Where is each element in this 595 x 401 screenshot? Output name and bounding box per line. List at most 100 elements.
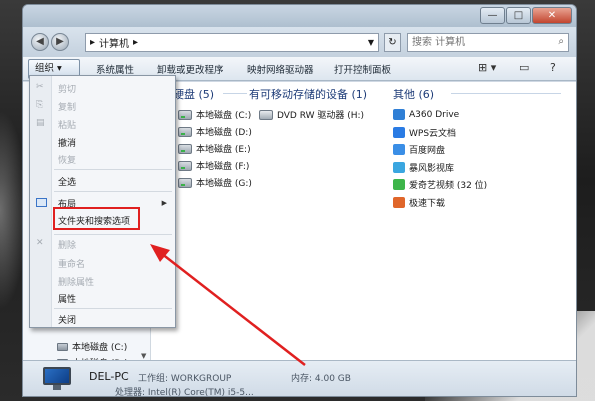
organize-menu: ✂ 剪切 ⎘ 复制 ▤ 粘贴 撤消 恢复 全选 布局 ▶ 文件夹和搜索选项 ✕ … — [29, 75, 176, 328]
address-dropdown-icon[interactable]: ▼ — [368, 38, 374, 47]
computer-name: DEL-PC — [89, 370, 129, 383]
back-button[interactable]: ◀ — [31, 33, 49, 51]
cloud-doc-icon — [393, 126, 405, 138]
menu-separator — [54, 169, 172, 170]
play-icon — [393, 179, 405, 191]
maximize-button[interactable]: □ — [506, 7, 531, 24]
refresh-icon: ↻ — [388, 37, 397, 48]
system-properties-button[interactable]: 系统属性 — [96, 62, 134, 76]
video-library-icon — [393, 161, 405, 173]
dvd-drive-icon — [259, 109, 273, 120]
drive-label: 本地磁盘 (F:) — [196, 162, 250, 172]
menu-item-undo[interactable]: 撤消 — [58, 136, 76, 149]
drive-label: 本地磁盘 (E:) — [196, 145, 251, 155]
delete-icon: ✕ — [36, 238, 44, 248]
group-divider — [223, 93, 247, 94]
minimize-button[interactable]: — — [480, 7, 505, 24]
other-item-label: 暴风影视库 — [409, 163, 455, 174]
other-item-baidu[interactable]: 百度网盘 — [393, 141, 487, 159]
refresh-button[interactable]: ↻ — [384, 33, 401, 52]
menu-item-remove-properties[interactable]: 删除属性 — [58, 275, 94, 288]
hard-drive-icon — [178, 177, 192, 188]
other-item-wps[interactable]: WPS云文档 — [393, 124, 487, 142]
scroll-down-icon[interactable]: ▼ — [141, 352, 146, 360]
other-item-label: 爱奇艺视频 (32 位) — [409, 181, 488, 192]
menu-item-cut[interactable]: 剪切 — [58, 82, 76, 95]
drive-icon — [57, 342, 68, 351]
address-row: ◀ ▶ ▸ 计算机 ▸ ▼ ↻ ⌕ — [23, 27, 576, 57]
menu-separator — [54, 234, 172, 235]
other-item-a360[interactable]: A360 Drive — [393, 106, 487, 124]
view-options-icon[interactable]: ⊞ ▾ — [478, 61, 496, 74]
computer-icon — [43, 367, 71, 391]
other-item-label: 极速下载 — [409, 198, 446, 209]
menu-item-properties[interactable]: 属性 — [58, 292, 76, 305]
other-item-label: WPS云文档 — [409, 128, 457, 139]
group-title-removable[interactable]: 有可移动存储的设备 (1) — [249, 86, 367, 102]
submenu-arrow-icon: ▶ — [161, 199, 167, 207]
other-item-label: 百度网盘 — [409, 146, 446, 157]
other-item-download[interactable]: 极速下载 — [393, 194, 487, 212]
menu-item-close[interactable]: 关闭 — [58, 313, 76, 326]
hard-drive-icon — [178, 143, 192, 154]
title-bar: — □ ✕ — [23, 5, 576, 27]
copy-icon: ⎘ — [36, 100, 44, 110]
hdd-list: 本地磁盘 (C:) 本地磁盘 (D:) 本地磁盘 (E:) 本地磁盘 (F:) … — [178, 106, 252, 191]
hard-drive-icon — [178, 109, 192, 120]
drive-label: 本地磁盘 (G:) — [196, 179, 252, 189]
menu-separator — [54, 191, 172, 192]
map-network-drive-button[interactable]: 映射网络驱动器 — [247, 62, 314, 76]
menu-item-paste[interactable]: 粘贴 — [58, 118, 76, 131]
dvd-drive-item[interactable]: DVD RW 驱动器 (H:) — [259, 108, 364, 121]
highlight-box — [53, 207, 140, 230]
paste-icon: ▤ — [36, 118, 45, 128]
back-arrow-icon: ◀ — [36, 36, 44, 47]
other-item-label: A360 Drive — [409, 109, 460, 120]
drive-item-g[interactable]: 本地磁盘 (G:) — [178, 174, 252, 191]
group-divider — [451, 93, 561, 94]
help-icon[interactable]: ? — [550, 61, 556, 74]
breadcrumb-computer[interactable]: 计算机 — [99, 35, 129, 50]
menu-item-select-all[interactable]: 全选 — [58, 175, 76, 188]
menu-separator — [54, 308, 172, 309]
other-item-baofeng[interactable]: 暴风影视库 — [393, 159, 487, 177]
uninstall-program-button[interactable]: 卸载或更改程序 — [157, 62, 224, 76]
forward-arrow-icon: ▶ — [56, 36, 64, 47]
preview-pane-icon[interactable]: ▭ — [519, 61, 529, 74]
breadcrumb-separator: ▸ — [90, 37, 96, 48]
window-controls: — □ ✕ — [480, 7, 572, 24]
other-item-iqiyi[interactable]: 爱奇艺视频 (32 位) — [393, 176, 487, 194]
layout-icon — [36, 198, 47, 207]
group-title-hdd[interactable]: 硬盘 (5) — [173, 86, 214, 102]
drive-label: 本地磁盘 (C:) — [196, 111, 252, 121]
group-title-other[interactable]: 其他 (6) — [393, 86, 434, 102]
drive-item-e[interactable]: 本地磁盘 (E:) — [178, 140, 252, 157]
nav-item-label: 本地磁盘 (C:) — [72, 343, 128, 353]
forward-button[interactable]: ▶ — [51, 33, 69, 51]
drive-item-c[interactable]: 本地磁盘 (C:) — [178, 106, 252, 123]
workgroup-text: 工作组: WORKGROUP — [138, 374, 232, 384]
cut-icon: ✂ — [36, 82, 44, 92]
hard-drive-icon — [178, 160, 192, 171]
dvd-drive-label: DVD RW 驱动器 (H:) — [277, 111, 365, 121]
other-list: A360 Drive WPS云文档 百度网盘 暴风影视库 爱奇艺视频 (32 位… — [393, 106, 487, 211]
nav-item-drive-c[interactable]: 本地磁盘 (C:) — [57, 340, 127, 353]
menu-item-delete[interactable]: 删除 — [58, 238, 76, 251]
address-bar[interactable]: ▸ 计算机 ▸ ▼ — [85, 33, 379, 52]
menu-item-copy[interactable]: 复制 — [58, 100, 76, 113]
menu-item-rename[interactable]: 重命名 — [58, 257, 85, 270]
drive-item-f[interactable]: 本地磁盘 (F:) — [178, 157, 252, 174]
menu-item-redo[interactable]: 恢复 — [58, 153, 76, 166]
cloud-drive-icon — [393, 109, 405, 121]
breadcrumb-separator[interactable]: ▸ — [133, 37, 138, 48]
search-icon[interactable]: ⌕ — [558, 36, 564, 47]
cloud-disk-icon — [393, 144, 405, 156]
search-box: ⌕ — [407, 33, 569, 52]
close-button[interactable]: ✕ — [532, 7, 572, 24]
drive-label: 本地磁盘 (D:) — [196, 128, 252, 138]
drive-item-d[interactable]: 本地磁盘 (D:) — [178, 123, 252, 140]
open-control-panel-button[interactable]: 打开控制面板 — [334, 62, 391, 76]
search-input[interactable] — [412, 34, 548, 51]
hard-drive-icon — [178, 126, 192, 137]
download-icon — [393, 196, 405, 208]
